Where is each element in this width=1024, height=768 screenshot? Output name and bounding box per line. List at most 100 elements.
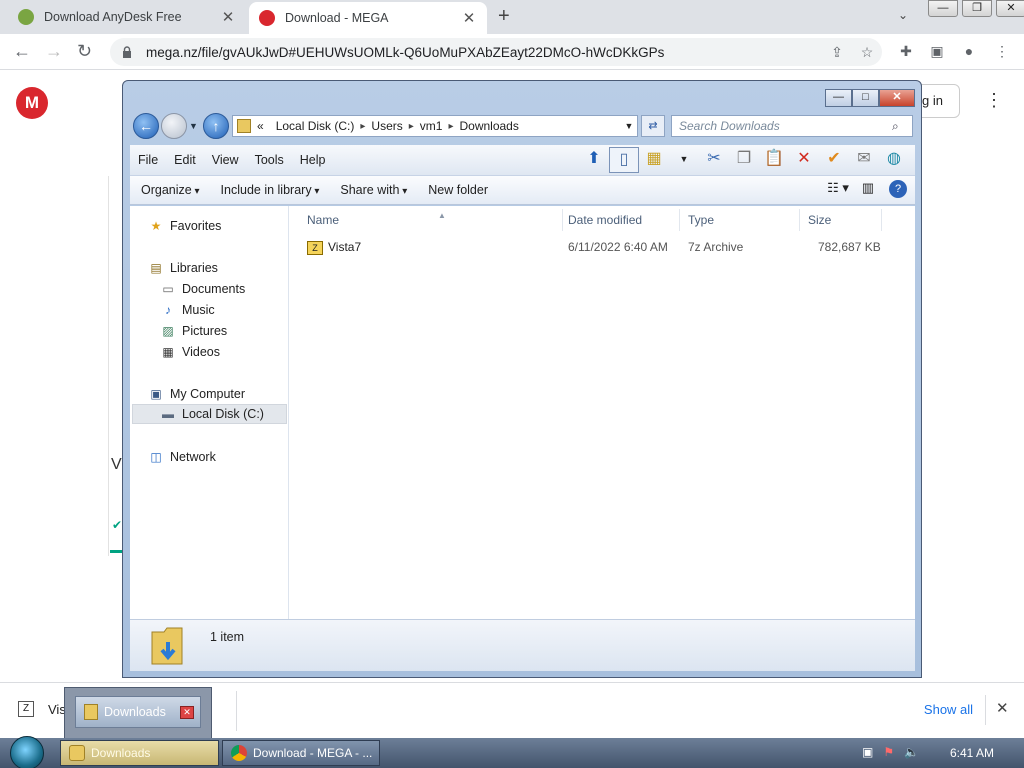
sidebar-item-my-computer[interactable]: ▣ My Computer xyxy=(148,384,245,404)
close-icon[interactable]: ✕ xyxy=(996,699,1009,717)
side-panel-icon[interactable]: ▣ xyxy=(927,43,947,60)
menu-edit[interactable]: Edit xyxy=(166,153,204,167)
preview-pane-icon[interactable]: ▥ xyxy=(853,180,883,198)
back-arrow-icon[interactable]: ← xyxy=(13,41,31,62)
column-header-size[interactable]: Size xyxy=(800,209,882,231)
sidebar-item-libraries[interactable]: ▤ Libraries xyxy=(148,258,218,278)
mega-logo[interactable]: M xyxy=(16,87,48,119)
up-folder-icon[interactable]: ↑ xyxy=(203,113,229,139)
history-dropdown-icon[interactable]: ▼ xyxy=(189,121,198,131)
libraries-icon: ▤ xyxy=(150,261,162,275)
close-window-button[interactable]: ✕ xyxy=(879,89,915,107)
minimize-button[interactable]: — xyxy=(825,89,852,107)
up-arrow-icon[interactable]: ⬆ xyxy=(579,147,609,173)
views-dropdown-icon[interactable]: ▼ xyxy=(669,147,699,173)
action-center-icon[interactable]: ⚑ xyxy=(883,745,894,759)
share-icon[interactable]: ⇪ xyxy=(822,44,852,61)
taskbar-item-explorer[interactable]: Downloads xyxy=(60,740,219,766)
close-icon[interactable]: ✕ xyxy=(220,8,236,26)
system-tray: ▣ ⚑ 🔈 xyxy=(862,745,929,759)
volume-icon[interactable]: 🔈 xyxy=(904,745,919,759)
menu-file[interactable]: File xyxy=(130,153,166,167)
thumbnail-window[interactable]: Downloads ✕ xyxy=(75,696,201,728)
menu-icon[interactable]: ⋮ xyxy=(992,43,1012,60)
breadcrumb-separator-icon[interactable]: ▸ xyxy=(360,121,365,132)
breadcrumb-downloads[interactable]: Downloads xyxy=(459,119,518,133)
taskbar-item-chrome[interactable]: Download - MEGA - ... xyxy=(222,740,380,766)
change-view-icon[interactable]: ☷ ▾ xyxy=(823,180,853,198)
organize-button[interactable]: Organize xyxy=(130,183,210,197)
minimize-button[interactable]: — xyxy=(928,0,958,17)
tab-mega[interactable]: Download - MEGA ✕ xyxy=(249,2,487,34)
views-icon[interactable]: ▦ xyxy=(639,147,669,173)
menu-help[interactable]: Help xyxy=(292,153,334,167)
sidebar-item-network[interactable]: ◫ Network xyxy=(148,447,216,467)
file-name-cell: Z Vista7 xyxy=(307,236,361,258)
folders-pane-icon[interactable]: ▯ xyxy=(609,147,639,173)
refresh-icon[interactable]: ⇄ xyxy=(641,115,665,137)
chevron-down-icon[interactable]: ▼ xyxy=(621,121,637,131)
address-bar[interactable]: mega.nz/file/gvAUkJwD#UEHUWsUOMLk-Q6UoMu… xyxy=(110,38,882,66)
file-type-cell: 7z Archive xyxy=(688,240,744,254)
taskbar-item-label: Downloads xyxy=(91,746,151,760)
close-window-button[interactable]: ✕ xyxy=(996,0,1024,17)
show-all-button[interactable]: Show all xyxy=(912,695,986,725)
breadcrumb-local-disk[interactable]: Local Disk (C:) xyxy=(276,119,355,133)
back-arrow-icon[interactable]: ← xyxy=(133,113,159,139)
help-icon[interactable]: ? xyxy=(889,180,907,198)
legacy-toolbar: ⬆ ▯ ▦ ▼ ✂ ❐ 📋 ✕ ✔ ✉ ◍ xyxy=(579,147,909,173)
breadcrumb-overflow[interactable]: « xyxy=(257,119,264,133)
close-icon[interactable]: ✕ xyxy=(461,9,477,27)
menu-view[interactable]: View xyxy=(204,153,247,167)
include-in-library-button[interactable]: Include in library xyxy=(210,183,330,197)
close-icon[interactable]: ✕ xyxy=(180,706,194,719)
sidebar-item-music[interactable]: ♪ Music xyxy=(160,300,215,320)
star-icon[interactable]: ☆ xyxy=(852,44,882,61)
start-button[interactable] xyxy=(10,736,44,768)
reload-icon[interactable]: ↻ xyxy=(77,41,92,62)
network-icon[interactable]: ▣ xyxy=(862,745,873,759)
chevron-down-icon[interactable]: ⌄ xyxy=(898,8,908,22)
sidebar-item-documents[interactable]: ▭ Documents xyxy=(160,279,245,299)
tab-title: Download AnyDesk Free xyxy=(44,10,182,24)
clock[interactable]: 6:41 AM xyxy=(950,746,994,760)
extensions-icon[interactable]: ✚ xyxy=(896,43,916,60)
search-icon[interactable]: ⌕ xyxy=(892,119,912,134)
breadcrumb-separator-icon[interactable]: ▸ xyxy=(409,121,414,132)
sidebar-item-pictures[interactable]: ▨ Pictures xyxy=(160,321,227,341)
navigation-pane: ★ Favorites ▤ Libraries ▭ Documents ♪ Mu… xyxy=(130,206,289,619)
mail-icon[interactable]: ✉ xyxy=(849,147,879,173)
forward-arrow-icon[interactable] xyxy=(161,113,187,139)
share-with-button[interactable]: Share with xyxy=(329,183,417,197)
restore-button[interactable]: ❐ xyxy=(962,0,992,17)
breadcrumb-vm1[interactable]: vm1 xyxy=(420,119,443,133)
delete-icon[interactable]: ✕ xyxy=(789,147,819,173)
explorer-address-bar[interactable]: « Local Disk (C:) ▸ Users ▸ vm1 ▸ Downlo… xyxy=(232,115,638,137)
breadcrumb-users[interactable]: Users xyxy=(371,119,402,133)
properties-check-icon[interactable]: ✔ xyxy=(819,147,849,173)
table-row[interactable]: Z Vista7 6/11/2022 6:40 AM 7z Archive 782… xyxy=(289,236,909,258)
tab-title: Download - MEGA xyxy=(285,11,389,25)
maximize-button[interactable]: □ xyxy=(852,89,879,107)
new-folder-button[interactable]: New folder xyxy=(417,183,498,197)
menu-tools[interactable]: Tools xyxy=(247,153,292,167)
column-header-name[interactable]: Name ▲ xyxy=(299,209,563,231)
new-tab-button[interactable]: + xyxy=(498,5,510,28)
sidebar-item-favorites[interactable]: ★ Favorites xyxy=(148,216,222,236)
download-item[interactable]: Z Vis xyxy=(18,701,66,717)
sidebar-item-local-disk[interactable]: ▬ Local Disk (C:) xyxy=(132,404,287,424)
explorer-window-controls: — □ ✕ xyxy=(825,89,915,107)
internet-globe-icon[interactable]: ◍ xyxy=(879,147,909,173)
search-input[interactable]: Search Downloads ⌕ xyxy=(671,115,913,137)
profile-icon[interactable]: ● xyxy=(959,43,979,59)
breadcrumb-separator-icon[interactable]: ▸ xyxy=(448,121,453,132)
paste-icon[interactable]: 📋 xyxy=(759,147,789,173)
sidebar-item-videos[interactable]: ▦ Videos xyxy=(160,342,220,362)
column-header-date[interactable]: Date modified xyxy=(560,209,680,231)
cut-icon[interactable]: ✂ xyxy=(699,147,729,173)
column-header-type[interactable]: Type xyxy=(680,209,800,231)
forward-arrow-icon[interactable]: → xyxy=(45,41,63,62)
page-menu-icon[interactable]: ⋮ xyxy=(985,90,1003,111)
copy-icon[interactable]: ❐ xyxy=(729,147,759,173)
tab-anydesk[interactable]: Download AnyDesk Free ✕ xyxy=(8,0,246,34)
